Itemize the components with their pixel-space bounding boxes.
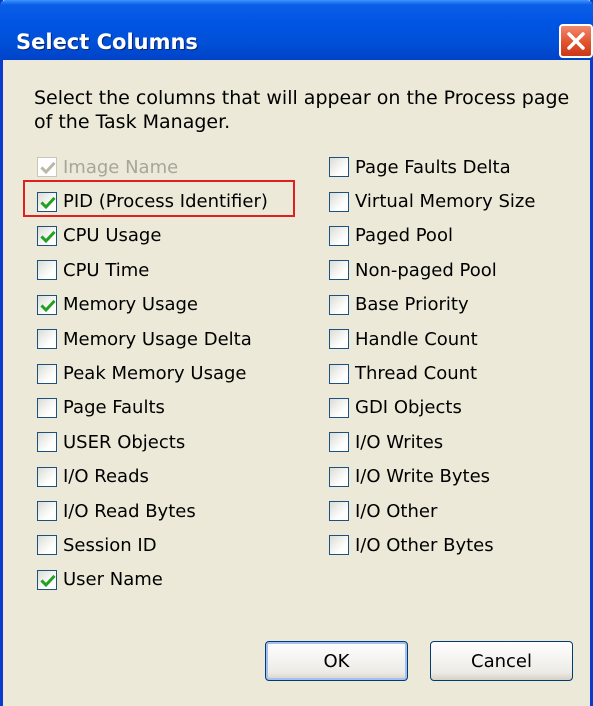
checkbox-item-session-id[interactable]: Session ID bbox=[27, 528, 268, 562]
checkbox-label: Handle Count bbox=[355, 328, 478, 350]
checkbox-label: PID (Process Identifier) bbox=[63, 191, 268, 213]
checkbox-item-memory-usage-delta[interactable]: Memory Usage Delta bbox=[27, 322, 268, 356]
checkmark-icon bbox=[40, 574, 56, 588]
select-columns-dialog: Select Columns Select the columns that w… bbox=[0, 0, 593, 706]
checkbox-label: Thread Count bbox=[355, 363, 478, 385]
checkbox[interactable] bbox=[329, 397, 349, 418]
checkbox-label: Peak Memory Usage bbox=[63, 363, 247, 385]
checkbox-item-base-priority[interactable]: Base Priority bbox=[319, 288, 535, 322]
checkbox[interactable] bbox=[329, 466, 349, 487]
checkbox[interactable] bbox=[329, 294, 349, 315]
checkbox[interactable] bbox=[37, 432, 57, 453]
checkbox-item-page-faults-delta[interactable]: Page Faults Delta bbox=[319, 150, 535, 184]
checkbox[interactable] bbox=[329, 225, 349, 246]
checkbox[interactable] bbox=[37, 501, 57, 522]
checkbox-item-page-faults[interactable]: Page Faults bbox=[27, 391, 268, 425]
checkbox-label: Paged Pool bbox=[355, 225, 453, 247]
checkbox-label: Memory Usage Delta bbox=[63, 328, 252, 350]
checkmark-icon bbox=[40, 196, 56, 209]
checkbox-label: CPU Time bbox=[63, 259, 150, 281]
checkbox[interactable] bbox=[329, 191, 349, 212]
checkbox-item-i-o-writes[interactable]: I/O Writes bbox=[319, 425, 535, 459]
checkbox-item-i-o-write-bytes[interactable]: I/O Write Bytes bbox=[319, 460, 535, 494]
checkbox[interactable] bbox=[37, 569, 57, 590]
checkbox-item-i-o-other-bytes[interactable]: I/O Other Bytes bbox=[319, 528, 535, 562]
right-column-checkboxes: Page Faults Delta Virtual Memory Size Page… bbox=[319, 150, 535, 563]
checkbox-label: GDI Objects bbox=[355, 397, 462, 419]
checkbox-label: USER Objects bbox=[63, 431, 186, 453]
close-button[interactable] bbox=[559, 24, 593, 58]
dialog-description: Select the columns that will appear on t… bbox=[34, 87, 570, 133]
checkbox-label: I/O Write Bytes bbox=[355, 466, 491, 488]
checkbox-label: Memory Usage bbox=[63, 294, 199, 316]
checkbox-label: User Name bbox=[63, 569, 163, 591]
checkbox[interactable] bbox=[329, 260, 349, 281]
checkbox-item-i-o-reads[interactable]: I/O Reads bbox=[27, 460, 268, 494]
close-icon bbox=[567, 32, 585, 50]
checkbox-label: Session ID bbox=[63, 534, 157, 556]
cancel-button[interactable]: Cancel bbox=[430, 641, 573, 681]
window-title: Select Columns bbox=[16, 30, 198, 54]
checkbox-item-memory-usage[interactable]: Memory Usage bbox=[27, 288, 268, 322]
checkbox[interactable] bbox=[37, 260, 57, 281]
checkmark-icon bbox=[40, 230, 56, 244]
checkbox-item-pid-process-identifier[interactable]: PID (Process Identifier) bbox=[27, 184, 268, 218]
checkbox[interactable] bbox=[329, 329, 349, 350]
checkbox-label: Base Priority bbox=[355, 294, 469, 316]
checkbox-item-image-name: Image Name bbox=[27, 150, 268, 184]
checkbox-item-virtual-memory-size[interactable]: Virtual Memory Size bbox=[319, 184, 535, 218]
ok-button[interactable]: OK bbox=[265, 641, 408, 681]
checkbox[interactable] bbox=[329, 157, 349, 178]
checkbox-item-handle-count[interactable]: Handle Count bbox=[319, 322, 535, 356]
checkbox[interactable] bbox=[37, 466, 57, 487]
checkbox-label: Non-paged Pool bbox=[355, 259, 497, 281]
checkmark-icon bbox=[40, 162, 56, 175]
checkbox-label: I/O Other bbox=[355, 500, 438, 522]
left-column-checkboxes: Image Name PID (Process Identifier) CPU Us… bbox=[27, 150, 268, 597]
checkbox[interactable] bbox=[37, 535, 57, 556]
checkmark-icon bbox=[40, 299, 56, 312]
checkbox-item-user-name[interactable]: User Name bbox=[27, 563, 268, 597]
checkbox-label: CPU Usage bbox=[63, 225, 162, 247]
checkbox-label: I/O Reads bbox=[63, 466, 149, 488]
checkbox-label: Page Faults bbox=[63, 397, 165, 419]
checkbox-item-thread-count[interactable]: Thread Count bbox=[319, 356, 535, 390]
checkbox[interactable] bbox=[37, 294, 57, 315]
checkbox-label: I/O Read Bytes bbox=[63, 500, 196, 522]
checkbox-item-peak-memory-usage[interactable]: Peak Memory Usage bbox=[27, 356, 268, 390]
checkbox-label: Virtual Memory Size bbox=[355, 191, 536, 213]
checkbox-item-non-paged-pool[interactable]: Non-paged Pool bbox=[319, 253, 535, 287]
checkbox[interactable] bbox=[37, 191, 57, 212]
checkbox-label: Image Name bbox=[63, 156, 179, 178]
checkbox-item-i-o-read-bytes[interactable]: I/O Read Bytes bbox=[27, 494, 268, 528]
checkbox[interactable] bbox=[37, 225, 57, 246]
checkbox[interactable] bbox=[329, 535, 349, 556]
checkbox-item-paged-pool[interactable]: Paged Pool bbox=[319, 219, 535, 253]
checkbox[interactable] bbox=[329, 501, 349, 522]
checkbox-item-cpu-time[interactable]: CPU Time bbox=[27, 253, 268, 287]
title-bar[interactable]: Select Columns bbox=[0, 0, 593, 60]
checkbox-item-i-o-other[interactable]: I/O Other bbox=[319, 494, 535, 528]
checkbox-item-gdi-objects[interactable]: GDI Objects bbox=[319, 391, 535, 425]
checkbox-item-user-objects[interactable]: USER Objects bbox=[27, 425, 268, 459]
checkbox-item-cpu-usage[interactable]: CPU Usage bbox=[27, 219, 268, 253]
checkbox[interactable] bbox=[37, 363, 57, 384]
checkbox[interactable] bbox=[37, 397, 57, 418]
checkbox[interactable] bbox=[329, 432, 349, 453]
checkbox-label: I/O Writes bbox=[355, 431, 444, 453]
checkbox bbox=[37, 157, 57, 178]
checkbox[interactable] bbox=[329, 363, 349, 384]
checkbox-label: I/O Other Bytes bbox=[355, 534, 494, 556]
checkbox-label: Page Faults Delta bbox=[355, 156, 511, 178]
checkbox[interactable] bbox=[37, 329, 57, 350]
